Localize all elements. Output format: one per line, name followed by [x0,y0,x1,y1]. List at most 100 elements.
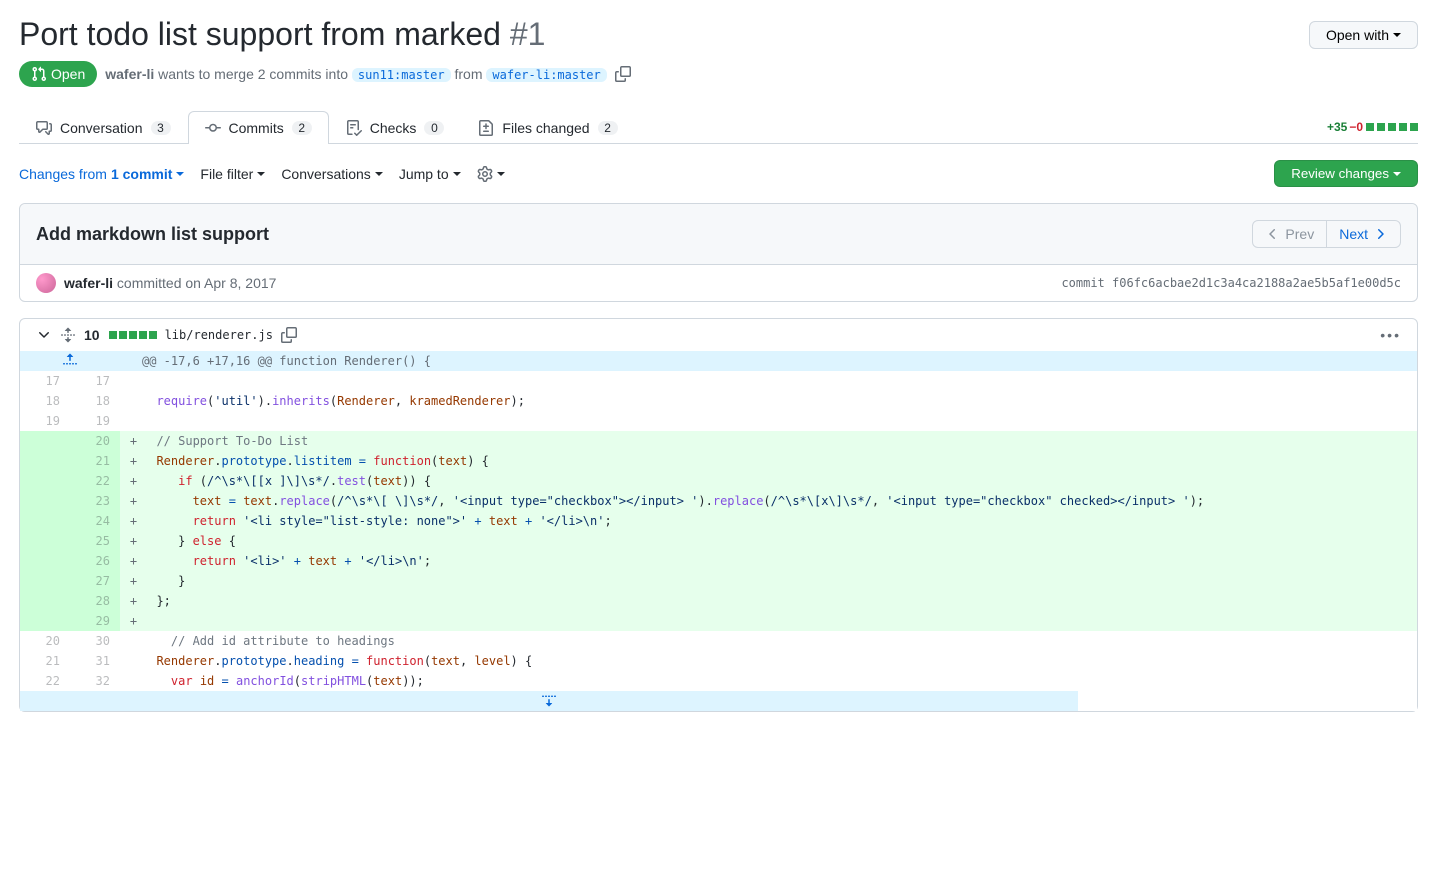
old-line-num[interactable]: 20 [20,631,70,651]
diffstat: +35 −0 [1327,120,1418,134]
expand-down-button[interactable] [541,691,557,711]
changes-from-dropdown[interactable]: Changes from 1 commit [19,166,184,182]
diff-line: 20+ // Support To-Do List [20,431,1417,451]
new-line-num[interactable]: 17 [70,371,120,391]
pr-title-text: Port todo list support from marked [19,16,501,52]
diff-marker: + [120,471,142,491]
new-line-num[interactable]: 28 [70,591,120,611]
avatar[interactable] [36,273,56,293]
file-path[interactable]: lib/renderer.js [165,328,273,342]
counter: 0 [424,121,444,135]
tab-commits[interactable]: Commits2 [188,111,329,144]
old-line-num[interactable]: 17 [20,371,70,391]
code-content: Renderer.prototype.heading = function(te… [142,651,1417,671]
jump-to-dropdown[interactable]: Jump to [399,166,461,182]
pr-number: #1 [510,16,546,52]
new-line-num[interactable]: 21 [70,451,120,471]
new-line-num[interactable]: 22 [70,471,120,491]
diff-marker: + [120,431,142,451]
tab-label: Conversation [60,120,143,136]
expand-all-button[interactable] [60,327,76,343]
new-line-num[interactable]: 29 [70,611,120,631]
commit-author[interactable]: wafer-li [64,275,113,291]
pr-title: Port todo list support from marked #1 [19,16,545,53]
caret-down-icon [176,172,184,176]
caret-down-icon [453,172,461,176]
code-content: // Support To-Do List [142,431,1417,451]
new-line-num[interactable]: 18 [70,391,120,411]
next-button[interactable]: Next [1326,221,1400,247]
copy-path-button[interactable] [281,327,297,343]
collapse-file-button[interactable] [36,327,52,343]
expand-up-button[interactable] [62,351,78,371]
old-line-num[interactable] [20,431,70,451]
state-badge: Open [19,61,97,87]
conversations-dropdown[interactable]: Conversations [281,166,383,182]
old-line-num[interactable] [20,611,70,631]
file-filter-dropdown[interactable]: File filter [200,166,265,182]
new-line-num[interactable]: 24 [70,511,120,531]
diff-line: 29+ [20,611,1417,631]
code-content: // Add id attribute to headings [142,631,1417,651]
diff-marker: + [120,611,142,631]
old-line-num[interactable]: 22 [20,671,70,691]
diff-table: @@ -17,6 +17,16 @@ function Renderer() {… [20,351,1417,691]
state-label: Open [51,66,85,82]
new-line-num[interactable]: 27 [70,571,120,591]
head-branch[interactable]: wafer-li:master [486,68,606,82]
caret-down-icon [1393,172,1401,176]
diff-marker [120,631,142,651]
code-content: var id = anchorId(stripHTML(text)); [142,671,1417,691]
copy-icon [281,327,297,343]
tab-conversation[interactable]: Conversation3 [19,111,188,144]
old-line-num[interactable]: 19 [20,411,70,431]
old-line-num[interactable]: 18 [20,391,70,411]
old-line-num[interactable]: 21 [20,651,70,671]
diff-line: 23+ text = text.replace(/^\s*\[ \]\s*/, … [20,491,1417,511]
diff-settings-button[interactable] [477,166,505,182]
new-line-num[interactable]: 26 [70,551,120,571]
old-line-num[interactable] [20,551,70,571]
code-content [142,411,1417,431]
old-line-num[interactable] [20,471,70,491]
additions: +35 [1327,120,1347,134]
comment-discussion-icon [36,120,52,136]
tab-checks[interactable]: Checks0 [329,111,462,144]
fold-down-icon [541,692,557,708]
old-line-num[interactable] [20,571,70,591]
merge-description: wafer-li wants to merge 2 commits into s… [105,66,607,82]
new-line-num[interactable]: 23 [70,491,120,511]
caret-down-icon [1393,33,1401,37]
code-content: } else { [142,531,1417,551]
pr-author[interactable]: wafer-li [105,66,154,82]
open-with-button[interactable]: Open with [1309,21,1418,49]
diff-marker: + [120,491,142,511]
new-line-num[interactable]: 32 [70,671,120,691]
new-line-num[interactable]: 25 [70,531,120,551]
file-menu-button[interactable]: ••• [1380,327,1401,343]
tab-files-changed[interactable]: Files changed2 [461,111,634,144]
diff-marker [120,391,142,411]
review-changes-button[interactable]: Review changes [1274,160,1418,187]
diff-marker [120,371,142,391]
diff-line: 24+ return '<li style="list-style: none"… [20,511,1417,531]
new-line-num[interactable]: 31 [70,651,120,671]
new-line-num[interactable]: 20 [70,431,120,451]
code-content: return '<li style="list-style: none">' +… [142,511,1417,531]
old-line-num[interactable] [20,591,70,611]
old-line-num[interactable] [20,511,70,531]
new-line-num[interactable]: 19 [70,411,120,431]
base-branch[interactable]: sun11:master [352,68,451,82]
file-diff-card: 10 lib/renderer.js ••• @@ -17,6 +17,16 @… [19,318,1418,712]
commit-sha: commit f06fc6acbae2d1c3a4ca2188a2ae5b5af… [1061,276,1401,290]
diff-marker [120,651,142,671]
old-line-num[interactable] [20,451,70,471]
new-line-num[interactable]: 30 [70,631,120,651]
hunk-header: @@ -17,6 +17,16 @@ function Renderer() { [20,351,1417,371]
prev-button[interactable]: Prev [1253,221,1326,247]
copy-icon[interactable] [615,66,631,82]
old-line-num[interactable] [20,531,70,551]
diff-line: 26+ return '<li>' + text + '</li>\n'; [20,551,1417,571]
fold-up-icon [62,352,78,368]
old-line-num[interactable] [20,491,70,511]
